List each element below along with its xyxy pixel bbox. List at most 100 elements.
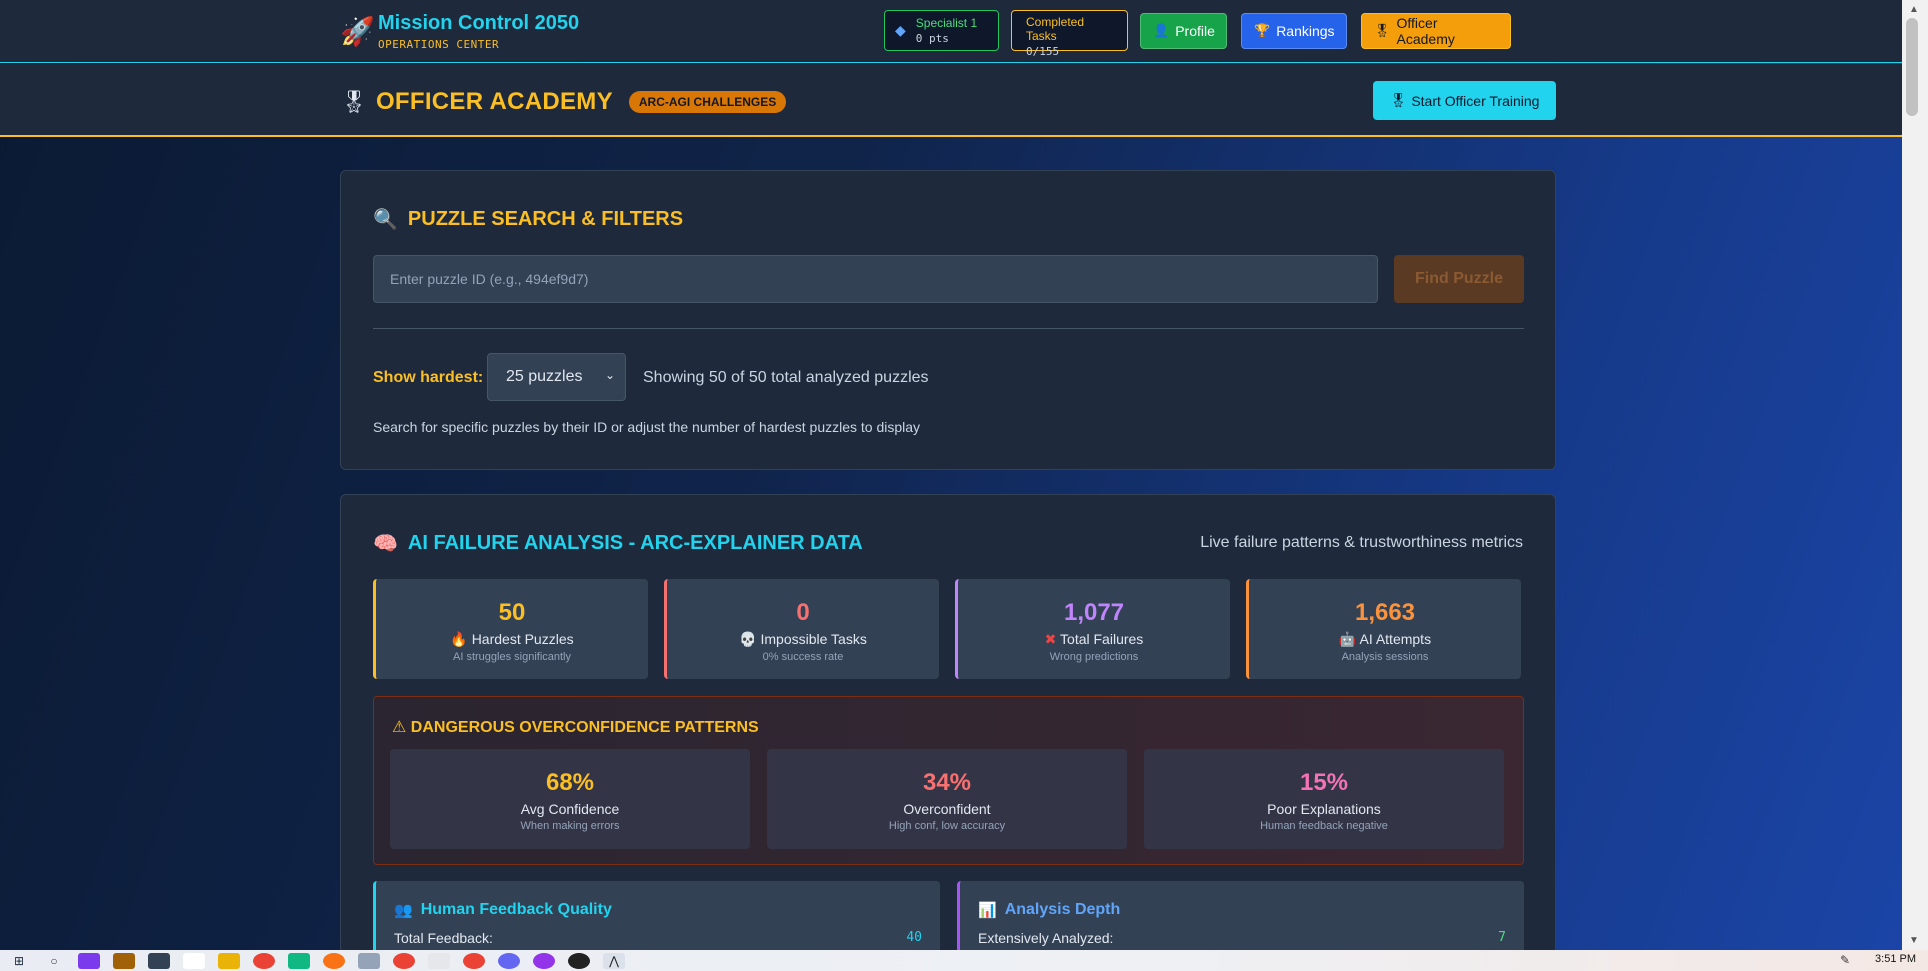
- extensively-analyzed-label: Extensively Analyzed:: [978, 930, 1114, 946]
- stat-value: 50: [498, 599, 526, 626]
- scroll-thumb[interactable]: [1906, 18, 1918, 116]
- pen-icon[interactable]: ✎: [1840, 953, 1850, 967]
- rankings-label: Rankings: [1276, 22, 1335, 39]
- notepad-icon[interactable]: [428, 952, 450, 969]
- app-icon[interactable]: [288, 952, 310, 969]
- start-officer-training-button[interactable]: 🎖 Start Officer Training: [1373, 81, 1556, 120]
- overconfidence-stat: 68% Avg Confidence When making errors: [390, 749, 750, 849]
- stat-label: Poor Explanations: [1267, 801, 1381, 817]
- brand-title: Mission Control 2050: [378, 12, 580, 34]
- brand-subtitle: OPERATIONS CENTER: [378, 38, 500, 51]
- app-icon[interactable]: [358, 952, 380, 969]
- officer-academy-button[interactable]: 🎖 Officer Academy: [1361, 12, 1511, 49]
- completed-tasks-label: Completed Tasks: [1026, 15, 1085, 43]
- stat-sub: 0% success rate: [762, 651, 844, 663]
- chrome-icon[interactable]: [253, 952, 275, 969]
- app-icon[interactable]: [183, 952, 205, 969]
- windows-start-icon[interactable]: ⊞: [8, 953, 30, 969]
- overconfidence-title: ⚠ DANGEROUS OVERCONFIDENCE PATTERNS: [392, 717, 759, 737]
- stat-label-text: Total Failures: [1060, 631, 1144, 647]
- divider: [373, 328, 1524, 329]
- app-icon[interactable]: [568, 952, 590, 969]
- stat-label: 🔥 Hardest Puzzles: [376, 631, 648, 648]
- analysis-depth-title-text: Analysis Depth: [1004, 901, 1121, 918]
- stat-card-hardest: 50 🔥 Hardest Puzzles AI struggles signif…: [373, 579, 648, 679]
- brand[interactable]: 🚀 Mission Control 2050 OPERATIONS CENTER: [340, 12, 579, 51]
- stat-value: 68%: [545, 769, 595, 796]
- analysis-section-title: 🧠 AI FAILURE ANALYSIS - ARC-EXPLAINER DA…: [373, 531, 863, 556]
- analysis-depth-card: 📊 Analysis Depth Extensively Analyzed: 7: [957, 881, 1524, 950]
- extensively-analyzed-row: Extensively Analyzed: 7: [978, 930, 1506, 946]
- cross-icon: ✖: [1044, 631, 1057, 647]
- specialist-chip[interactable]: ◆ Specialist 1 0 pts: [884, 10, 999, 51]
- show-hardest-label: Show hardest:: [373, 369, 484, 386]
- warning-icon: ⚠: [392, 719, 407, 736]
- start-training-label: Start Officer Training: [1411, 92, 1540, 109]
- stat-value: 1,663: [1354, 599, 1416, 626]
- stat-label-text: Hardest Puzzles: [471, 631, 574, 647]
- stat-label: Avg Confidence: [520, 801, 620, 817]
- human-feedback-title: 👥 Human Feedback Quality: [394, 901, 612, 919]
- puzzle-id-input[interactable]: [373, 255, 1378, 303]
- flame-icon: 🔥: [450, 631, 468, 647]
- rocket-icon: 🚀: [340, 16, 375, 47]
- search-hint: Search for specific puzzles by their ID …: [373, 419, 921, 435]
- stat-value: 15%: [1299, 769, 1349, 796]
- app-icon[interactable]: [533, 952, 555, 969]
- stat-value: 0: [796, 599, 810, 626]
- find-puzzle-button[interactable]: Find Puzzle: [1394, 255, 1524, 303]
- stat-card-impossible: 0 💀 Impossible Tasks 0% success rate: [664, 579, 939, 679]
- page-title: OFFICER ACADEMY: [375, 88, 613, 115]
- puzzle-search-panel: 🔍 PUZZLE SEARCH & FILTERS Find Puzzle Sh…: [340, 170, 1556, 470]
- search-icon[interactable]: ○: [43, 953, 65, 969]
- medal-icon: 🎖: [340, 89, 368, 114]
- discord-icon[interactable]: [498, 952, 520, 969]
- skull-icon: 💀: [739, 631, 757, 647]
- app-icon[interactable]: [323, 952, 345, 969]
- profile-label: Profile: [1175, 22, 1215, 39]
- analysis-title-text: AI FAILURE ANALYSIS - ARC-EXPLAINER DATA: [407, 532, 863, 554]
- copilot-icon[interactable]: [78, 952, 100, 969]
- stat-value: 34%: [922, 769, 972, 796]
- stat-card-attempts: 1,663 🤖 AI Attempts Analysis sessions: [1246, 579, 1521, 679]
- user-icon: 👤: [1153, 22, 1170, 38]
- taskbar-clock[interactable]: 3:51 PM: [1875, 953, 1916, 965]
- app-icon[interactable]: [148, 952, 170, 969]
- overconfidence-section: ⚠ DANGEROUS OVERCONFIDENCE PATTERNS 68% …: [373, 696, 1524, 865]
- stat-label-text: Impossible Tasks: [760, 631, 867, 647]
- completed-tasks-value: 0/155: [1026, 45, 1060, 58]
- total-feedback-row: Total Feedback: 40: [394, 930, 922, 946]
- vertical-scrollbar[interactable]: ▲ ▼: [1902, 0, 1928, 950]
- search-section-title: 🔍 PUZZLE SEARCH & FILTERS: [373, 207, 683, 232]
- scroll-up-icon[interactable]: ▲: [1909, 4, 1919, 15]
- people-icon: 👥: [394, 902, 413, 919]
- robot-icon: 🤖: [1338, 631, 1357, 647]
- hardest-count-select[interactable]: 25 puzzles ⌄: [487, 353, 626, 401]
- selected-option: 25 puzzles: [506, 368, 583, 385]
- specialist-badge-icon: ◆: [895, 22, 906, 38]
- completed-tasks-chip[interactable]: Completed Tasks 0/155: [1011, 10, 1128, 58]
- medal-icon: 🎖: [1374, 22, 1391, 38]
- stat-sub: High conf, low accuracy: [888, 820, 1006, 832]
- app-icon[interactable]: ⋀: [603, 952, 625, 969]
- scroll-down-icon[interactable]: ▼: [1909, 935, 1919, 946]
- extensively-analyzed-value: 7: [1498, 930, 1506, 945]
- academy-title-group: 🎖 OFFICER ACADEMY ARC-AGI CHALLENGES: [340, 88, 787, 116]
- profile-button[interactable]: 👤 Profile: [1140, 12, 1227, 49]
- stat-label: ✖ Total Failures: [958, 631, 1230, 648]
- stat-label: Overconfident: [903, 801, 991, 817]
- trophy-icon: 🏆: [1254, 22, 1271, 38]
- folder-icon[interactable]: [218, 952, 240, 969]
- app-icon[interactable]: [113, 952, 135, 969]
- brain-icon: 🧠: [373, 533, 398, 555]
- overconfidence-title-text: DANGEROUS OVERCONFIDENCE PATTERNS: [410, 719, 759, 736]
- chrome-icon[interactable]: [463, 952, 485, 969]
- top-navigation: 🚀 Mission Control 2050 OPERATIONS CENTER…: [0, 0, 1902, 63]
- nav-actions: ◆ Specialist 1 0 pts Completed Tasks 0/1…: [884, 10, 1511, 58]
- overconfidence-stat: 34% Overconfident High conf, low accurac…: [767, 749, 1127, 849]
- human-feedback-title-text: Human Feedback Quality: [420, 901, 612, 918]
- chrome-icon[interactable]: [393, 952, 415, 969]
- stat-sub: Wrong predictions: [1049, 651, 1139, 663]
- rankings-button[interactable]: 🏆 Rankings: [1241, 12, 1347, 49]
- search-title-text: PUZZLE SEARCH & FILTERS: [407, 208, 684, 230]
